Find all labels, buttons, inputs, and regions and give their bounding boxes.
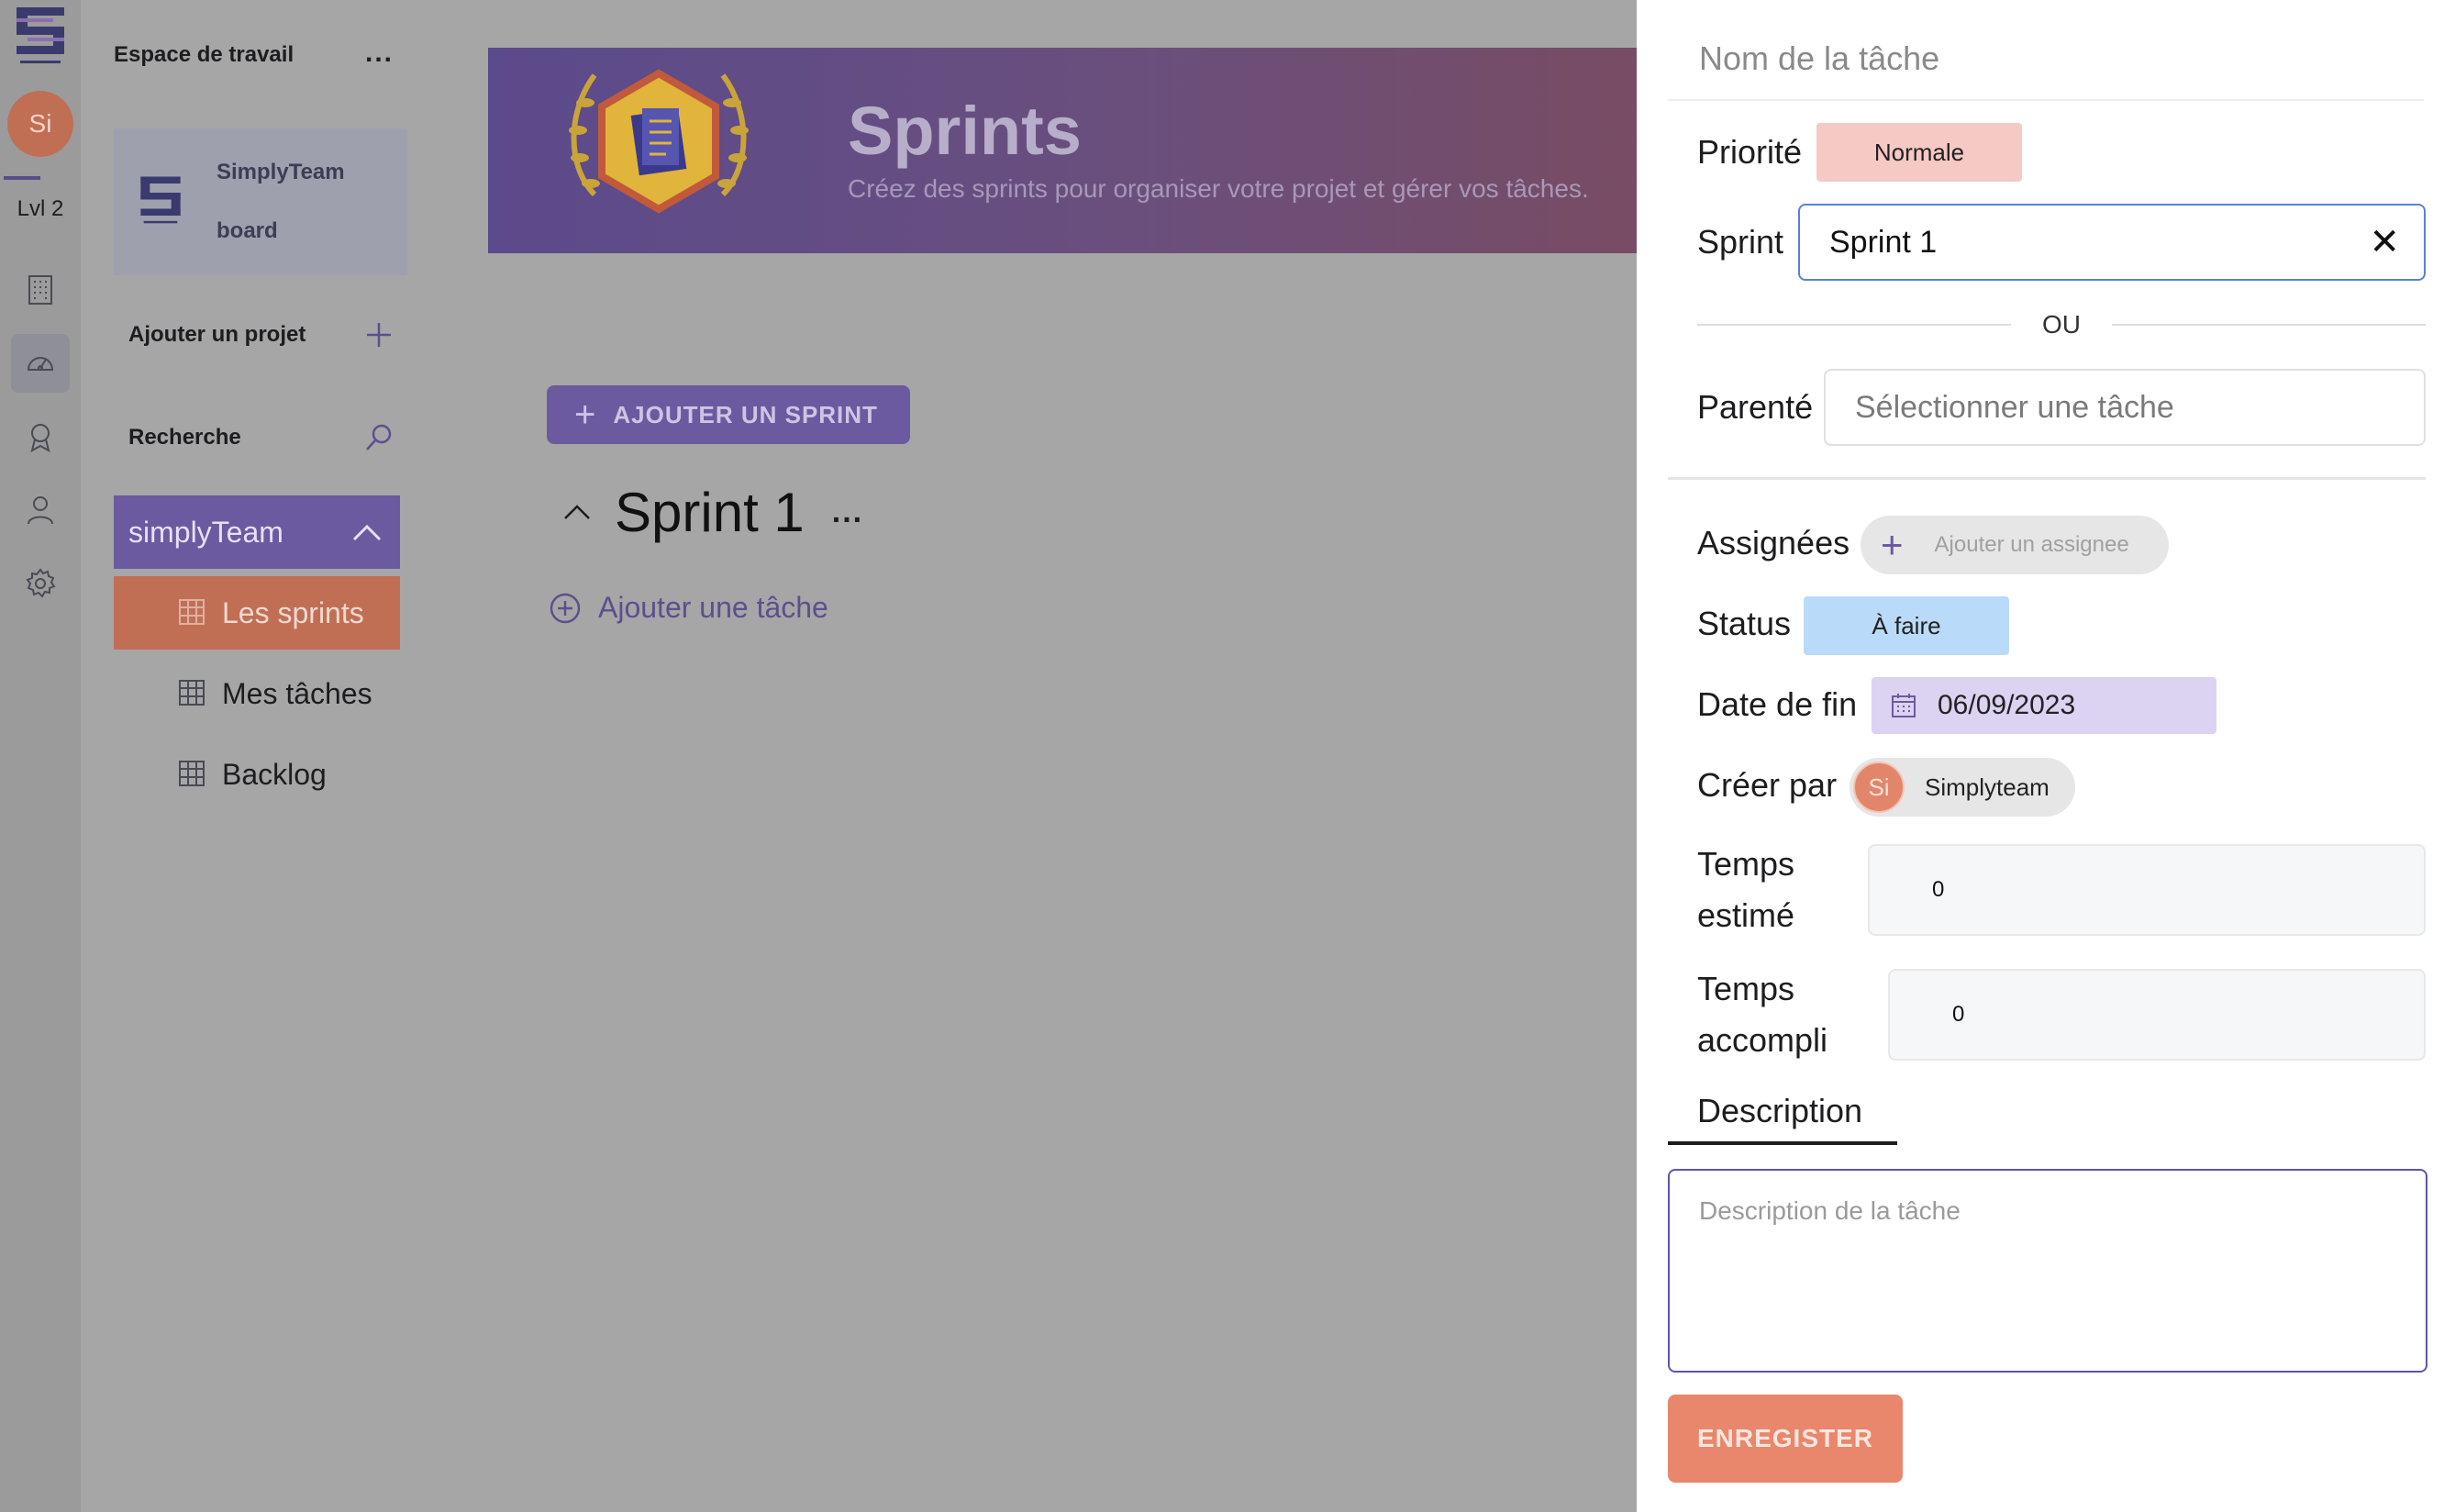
sprint-menu-button[interactable]: ...: [832, 495, 863, 530]
creator-name: Simplyteam: [1925, 773, 2050, 801]
speedometer-icon: [27, 357, 54, 371]
board-name-line1: SimplyTeam: [217, 160, 345, 184]
project-sidebar: Espace de travail ... SimplyTeam board A…: [81, 0, 448, 1512]
icon-rail: Si Lvl 2: [0, 0, 81, 1512]
clear-icon[interactable]: ✕: [2369, 221, 2400, 263]
end-date-picker[interactable]: 06/09/2023: [1872, 677, 2216, 734]
search-icon: [366, 424, 392, 450]
workspace-menu-button[interactable]: ...: [365, 39, 394, 67]
status-label: Status: [1697, 605, 1792, 642]
priority-badge[interactable]: Normale: [1816, 123, 2022, 182]
simplyteam-logo-icon[interactable]: [13, 6, 68, 70]
completed-label-line1: Temps: [1697, 970, 1795, 1007]
chevron-up-icon[interactable]: [560, 495, 594, 529]
sidebar-item-label: Les sprints: [222, 595, 364, 629]
team-name: simplyTeam: [128, 515, 283, 549]
tab-description-underline: [1668, 1141, 1897, 1145]
add-project-label: Ajouter un projet: [128, 322, 306, 347]
status-badge[interactable]: À faire: [1804, 596, 2009, 655]
simplyteam-logo-icon: [140, 176, 181, 224]
plus-icon: +: [1881, 523, 1904, 566]
assignees-label: Assignées: [1697, 524, 1850, 561]
board-card[interactable]: SimplyTeam board: [114, 128, 407, 275]
table-grid-icon: [179, 599, 205, 625]
completed-time-label: Temps accompli: [1697, 963, 1827, 1066]
calendar-icon: [1892, 694, 1916, 717]
add-assignee-button[interactable]: + Ajouter un assignee: [1861, 516, 2169, 574]
board-name-line2: board: [217, 218, 278, 243]
sprints-banner: Sprints Créez des sprints pour organiser…: [488, 48, 1644, 253]
level-label: Lvl 2: [17, 196, 64, 221]
sidebar-item-sprints[interactable]: Les sprints: [114, 576, 400, 650]
page-title: Sprints: [848, 93, 1082, 169]
end-date-value: 06/09/2023: [1938, 690, 2076, 720]
estimated-label-line1: Temps: [1697, 845, 1795, 883]
sidebar-item-backlog[interactable]: Backlog: [114, 738, 400, 811]
building-icon: [28, 275, 52, 305]
add-task-label: Ajouter une tâche: [598, 591, 828, 624]
task-name-field: [1668, 18, 2424, 101]
plus-circle-icon: [550, 593, 581, 623]
rail-board-button[interactable]: [11, 261, 70, 319]
completed-time-input[interactable]: 0: [1888, 969, 2426, 1061]
search-button[interactable]: Recherche: [128, 415, 394, 461]
gear-icon: [26, 568, 56, 598]
sprint-name: Sprint 1: [615, 481, 805, 543]
creator-avatar: Si: [1853, 762, 1905, 813]
table-grid-icon: [179, 761, 205, 786]
user-icon: [28, 496, 53, 525]
rail-settings-button[interactable]: [11, 554, 70, 613]
award-icon: [30, 424, 50, 452]
team-collapse-header[interactable]: simplyTeam: [114, 495, 400, 569]
sidebar-item-label: Mes tâches: [222, 676, 372, 710]
add-task-button[interactable]: Ajouter une tâche: [549, 591, 828, 625]
page-subtitle: Créez des sprints pour organiser votre p…: [848, 174, 1589, 203]
add-sprint-button[interactable]: + AJOUTER UN SPRINT: [547, 385, 910, 444]
add-assignee-label: Ajouter un assignee: [1934, 532, 2129, 557]
estimated-label-line2: estimé: [1697, 896, 1795, 934]
sprint-select[interactable]: Sprint 1 ✕: [1798, 204, 2426, 281]
sidebar-item-label: Backlog: [222, 757, 327, 791]
estimated-time-input[interactable]: 0: [1868, 844, 2426, 936]
creator-chip: Si Simplyteam: [1850, 758, 2075, 817]
search-label: Recherche: [128, 425, 241, 450]
plus-icon: [367, 323, 391, 347]
table-grid-icon: [179, 680, 205, 706]
chevron-up-icon: [352, 524, 382, 541]
completed-label-line2: accompli: [1697, 1021, 1828, 1059]
end-date-label: Date de fin: [1697, 685, 1858, 723]
parent-task-select[interactable]: Sélectionner une tâche: [1824, 369, 2426, 446]
task-drawer: Priorité Normale Sprint Sprint 1 ✕ OU Pa…: [1637, 0, 2455, 1512]
save-button[interactable]: ENREGISTER: [1668, 1395, 1903, 1483]
task-name-input[interactable]: [1668, 18, 2424, 99]
sprint-badge-icon: [569, 69, 749, 214]
section-divider: [1668, 477, 2426, 480]
or-divider: OU: [1697, 306, 2426, 343]
sidebar-item-my-tasks[interactable]: Mes tâches: [114, 657, 400, 730]
level-progress-bar: [4, 176, 40, 180]
sprint-select-value: Sprint 1: [1829, 224, 1938, 260]
estimated-time-label: Temps estimé: [1697, 839, 1794, 941]
sprint-label: Sprint: [1697, 223, 1784, 261]
tab-description[interactable]: Description: [1697, 1092, 1862, 1130]
priority-label: Priorité: [1697, 133, 1803, 171]
user-avatar[interactable]: Si: [7, 91, 73, 157]
or-text: OU: [2042, 310, 2081, 339]
add-sprint-label: AJOUTER UN SPRINT: [613, 400, 878, 428]
workspace-title: Espace de travail: [114, 42, 294, 67]
add-project-button[interactable]: Ajouter un projet: [128, 312, 394, 358]
parent-label: Parenté: [1697, 388, 1814, 426]
description-textarea[interactable]: [1668, 1169, 2427, 1373]
rail-dashboard-button[interactable]: [11, 334, 70, 393]
created-by-label: Créer par: [1697, 766, 1838, 804]
rail-profile-button[interactable]: [11, 481, 70, 539]
sprint-header: Sprint 1 ...: [560, 475, 863, 549]
rail-rewards-button[interactable]: [11, 407, 70, 466]
plus-icon: +: [574, 395, 597, 435]
